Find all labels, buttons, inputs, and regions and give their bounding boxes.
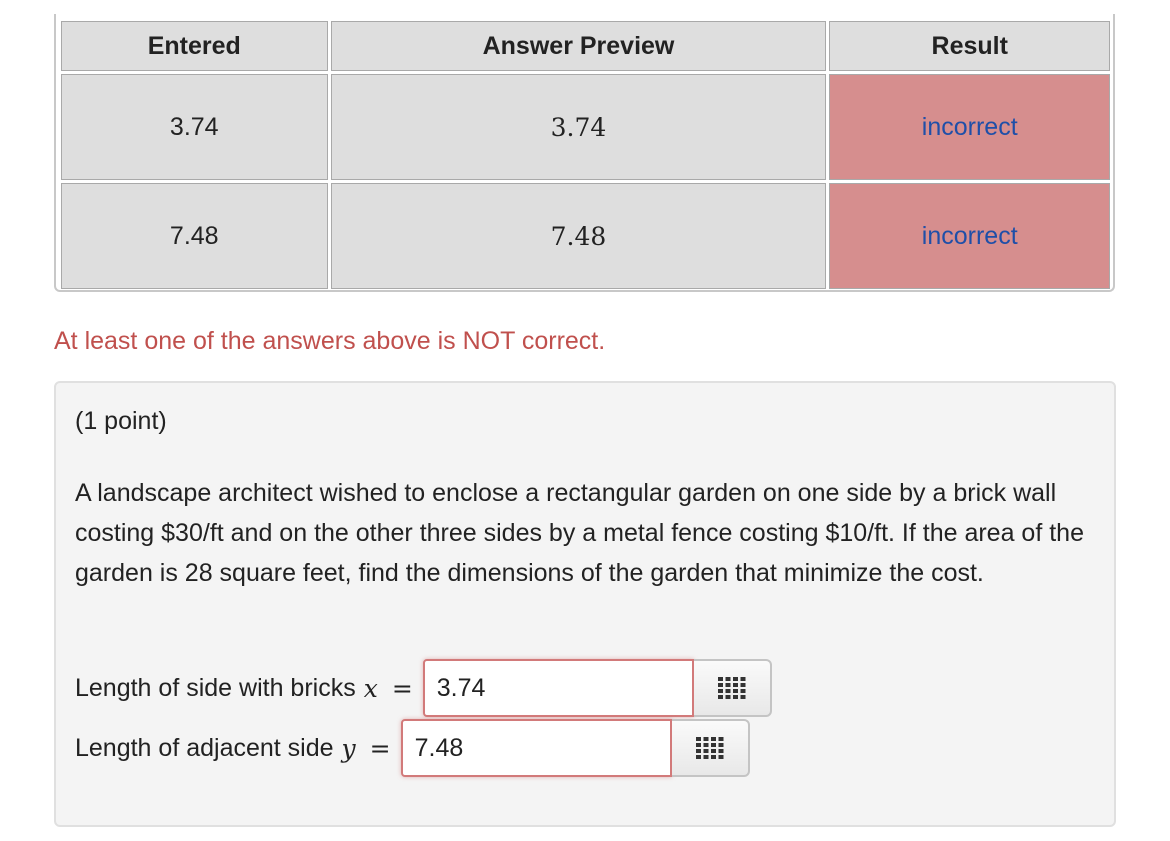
table-row: 3.74 3.74 incorrect [61,74,1110,180]
variable-symbol: y [341,733,356,763]
results-table: Entered Answer Preview Result 3.74 3.74 … [58,18,1113,290]
header-result: Result [829,21,1110,71]
answer-preview-cell: 7.48 [330,183,827,289]
equals-sign: = [369,733,391,763]
answer-input-group [400,719,750,777]
grid-keypad-icon [695,737,724,759]
answer-label: Length of side with bricks [75,673,356,702]
results-header-row: Entered Answer Preview Result [61,21,1110,71]
answer-input-x[interactable] [422,659,694,717]
grid-keypad-icon [717,677,746,699]
table-row: 7.48 7.48 incorrect [61,183,1110,289]
problem-container: (1 point) A landscape architect wished t… [54,381,1116,827]
answer-input-y[interactable] [400,719,672,777]
answer-row-y: Length of adjacent side y = [75,718,750,778]
result-cell: incorrect [829,183,1110,289]
answer-input-group [422,659,772,717]
warning-message: At least one of the answers above is NOT… [54,327,606,355]
equals-sign: = [391,673,413,703]
entered-cell: 3.74 [61,74,328,180]
variable-symbol: x [363,673,378,703]
header-entered: Entered [61,21,328,71]
header-answer-preview: Answer Preview [330,21,827,71]
result-cell: incorrect [829,74,1110,180]
entered-cell: 7.48 [61,183,328,289]
results-table-container: Entered Answer Preview Result 3.74 3.74 … [54,14,1115,292]
answer-preview-cell: 3.74 [330,74,827,180]
answer-label: Length of adjacent side [75,733,334,762]
equation-palette-button[interactable] [671,719,750,777]
equation-palette-button[interactable] [693,659,772,717]
problem-text: A landscape architect wished to enclose … [75,479,1084,587]
answer-row-x: Length of side with bricks x = [75,658,772,718]
problem-points: (1 point) [75,407,167,435]
